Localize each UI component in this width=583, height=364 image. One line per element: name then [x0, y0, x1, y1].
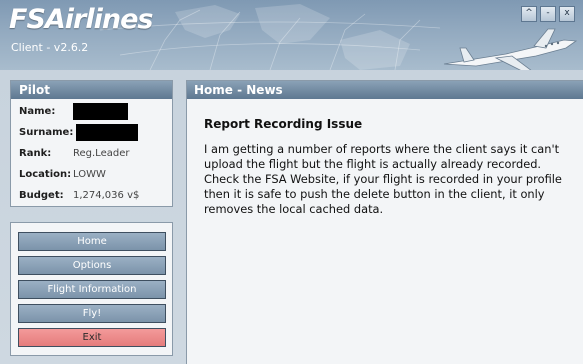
surname-redacted-value — [76, 124, 138, 141]
budget-value: 1,274,036 v$ — [73, 190, 140, 201]
pilot-panel: Pilot Name: Surname: Rank: Reg.Leader Lo… — [10, 80, 173, 207]
flight-information-button[interactable]: Flight Information — [18, 280, 166, 299]
close-button[interactable]: x — [559, 6, 575, 22]
location-value: LOWW — [73, 169, 106, 180]
pilot-location-row: Location: LOWW — [19, 164, 172, 185]
pilot-surname-row: Surname: — [19, 122, 172, 143]
pilot-budget-row: Budget: 1,274,036 v$ — [19, 185, 172, 206]
home-button[interactable]: Home — [18, 232, 166, 251]
minimize-button[interactable]: - — [540, 6, 556, 22]
name-label: Name: — [19, 106, 56, 117]
news-panel: Home - News Report Recording Issue I am … — [186, 80, 583, 364]
brand-logo: FSAirlines — [9, 4, 153, 35]
location-label: Location: — [19, 169, 72, 180]
name-redacted-value — [73, 103, 128, 120]
surname-label: Surname: — [19, 127, 74, 138]
navigation-panel: Home Options Flight Information Fly! Exi… — [10, 222, 173, 356]
pilot-panel-title: Pilot — [11, 81, 172, 99]
client-version: Client - v2.6.2 — [11, 41, 89, 54]
exit-button[interactable]: Exit — [18, 328, 166, 347]
pilot-rank-row: Rank: Reg.Leader — [19, 143, 172, 164]
news-panel-title: Home - News — [187, 81, 583, 99]
collapse-button[interactable]: ^ — [521, 6, 537, 22]
jet-airplane-icon — [443, 28, 578, 70]
app-window: FSAirlines Client - v2.6.2 ^ - x Pilot N… — [0, 0, 583, 364]
rank-value: Reg.Leader — [73, 148, 130, 159]
news-body: I am getting a number of reports where t… — [204, 142, 562, 216]
news-heading: Report Recording Issue — [204, 117, 363, 131]
fly-button[interactable]: Fly! — [18, 304, 166, 323]
options-button[interactable]: Options — [18, 256, 166, 275]
window-controls: ^ - x — [521, 6, 575, 22]
rank-label: Rank: — [19, 148, 52, 159]
header: FSAirlines Client - v2.6.2 ^ - x — [0, 0, 583, 70]
pilot-name-row: Name: — [19, 101, 172, 122]
budget-label: Budget: — [19, 190, 64, 201]
